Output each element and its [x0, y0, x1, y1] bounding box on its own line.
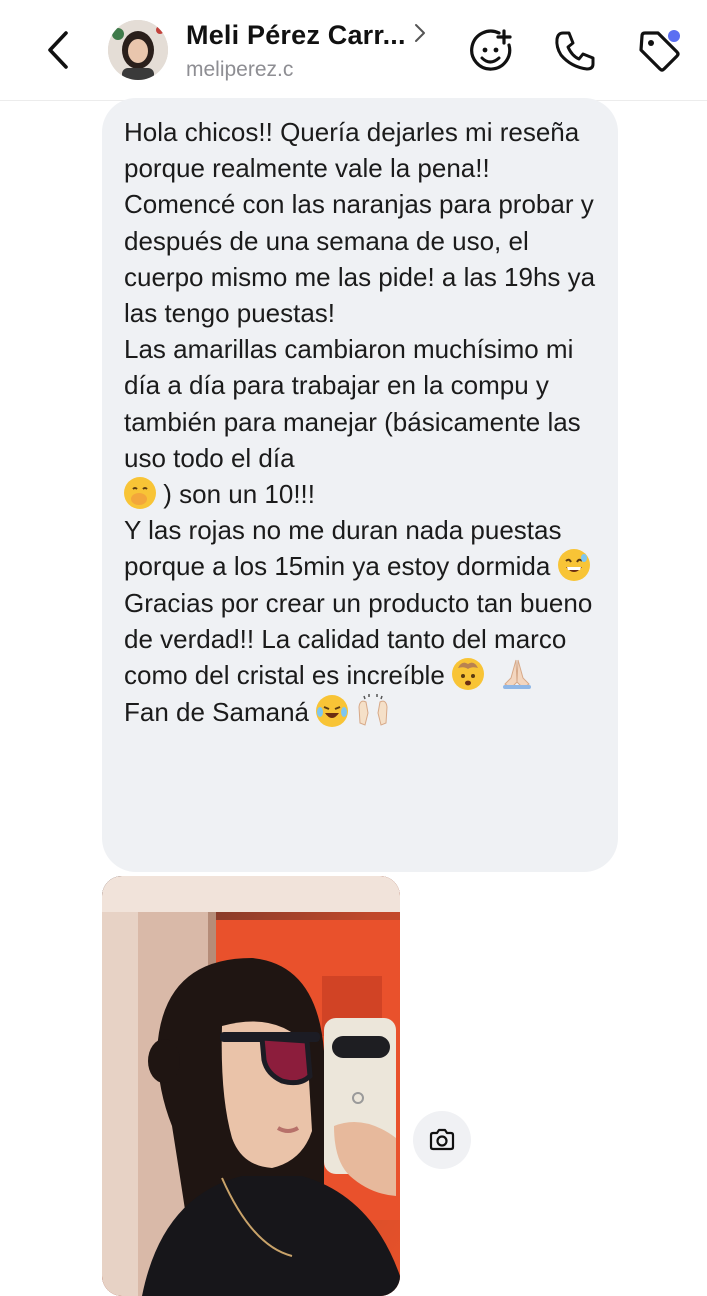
- call-button[interactable]: [550, 26, 600, 76]
- avatar[interactable]: [108, 20, 168, 80]
- grinning-sweat-emoji: [557, 549, 590, 582]
- photo-message[interactable]: [102, 876, 400, 1296]
- contact-name-link[interactable]: Meli Pérez Carr...: [186, 20, 426, 51]
- back-chevron-icon: [48, 31, 68, 69]
- camera-icon: [429, 1128, 455, 1151]
- avatar-image: [108, 20, 168, 80]
- labels-button[interactable]: [634, 26, 684, 76]
- message-paragraph: Hola chicos!! Quería dejarles mi reseña …: [124, 117, 596, 329]
- sticker-button[interactable]: [466, 26, 516, 76]
- phone-icon: [555, 31, 595, 71]
- face-with-hand-over-mouth-emoji: [124, 477, 156, 510]
- message-paragraph: Fan de Samaná: [124, 693, 596, 730]
- message-paragraph: Las amarillas cambiaron muchísimo mi día…: [124, 334, 581, 510]
- notification-dot: [668, 30, 680, 42]
- message-paragraph: Gracias por crear un producto tan bueno …: [124, 587, 593, 691]
- tears-of-joy-emoji: [316, 695, 349, 728]
- mirror-selfie-photo: [102, 876, 400, 1296]
- chevron-right-icon: [414, 23, 425, 42]
- contact-name: Meli Pérez Carr...: [186, 20, 406, 50]
- chat-header: Meli Pérez Carr... meliperez.c: [0, 0, 707, 101]
- message-bubble[interactable]: Hola chicos!! Quería dejarles mi reseña …: [102, 98, 618, 872]
- back-button[interactable]: [36, 28, 80, 72]
- contact-username: meliperez.c: [186, 58, 294, 81]
- add-sticker-icon: [470, 29, 512, 71]
- raising-hands-emoji: [355, 693, 391, 726]
- camera-button[interactable]: [413, 1111, 471, 1169]
- message-paragraph: Y las rojas no me duran nada puestas por…: [124, 512, 596, 584]
- exploding-head-emoji: [452, 658, 485, 691]
- folded-hands-emoji: [499, 658, 535, 690]
